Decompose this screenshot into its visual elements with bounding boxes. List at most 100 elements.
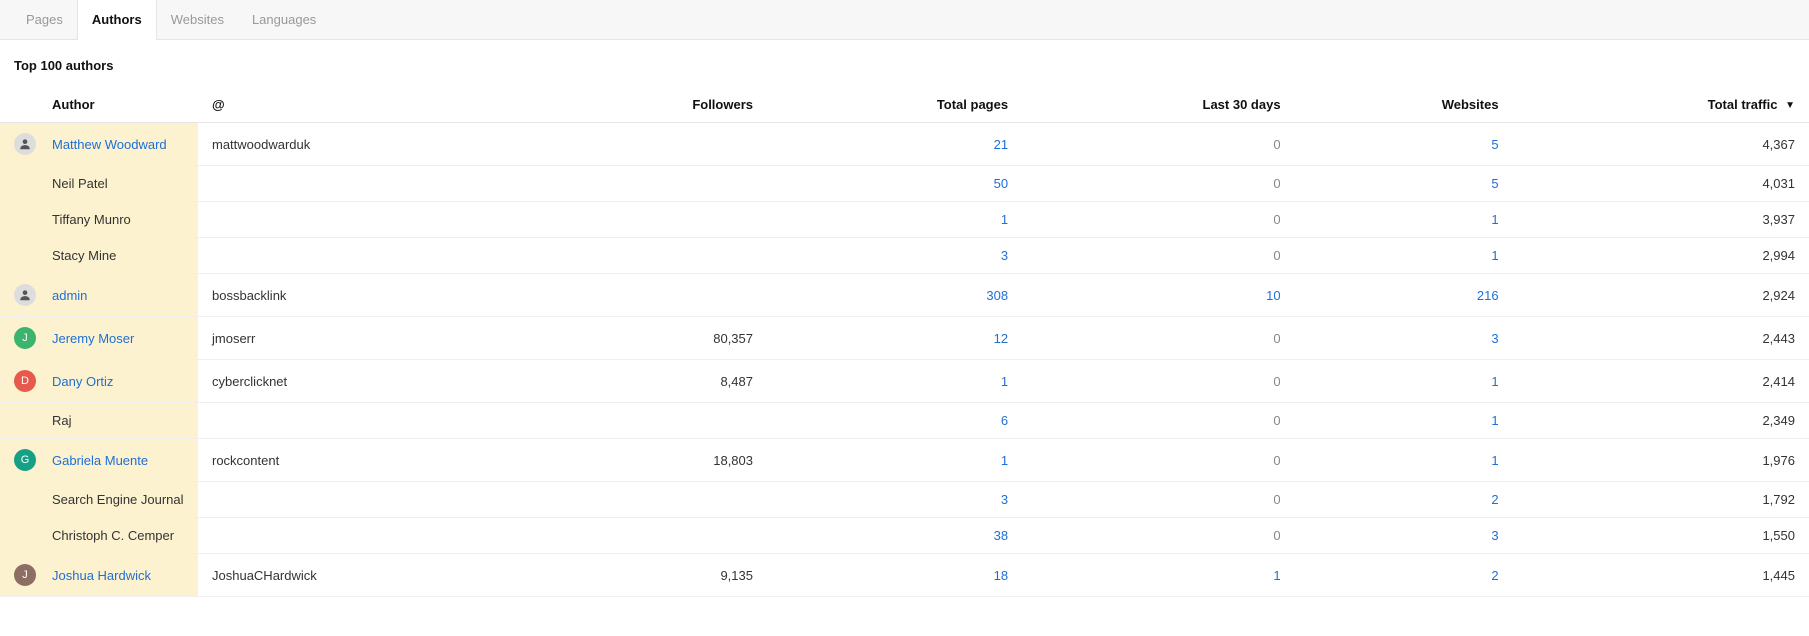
total-pages-link[interactable]: 3 [1001, 492, 1008, 507]
avatar: G [14, 449, 36, 471]
avatar-cell [0, 123, 38, 166]
total-pages-cell: 1 [767, 439, 1022, 482]
last-30-link[interactable]: 1 [1273, 568, 1280, 583]
handle-cell: bossbacklink [198, 274, 539, 317]
websites-link[interactable]: 1 [1491, 413, 1498, 428]
total-pages-link[interactable]: 6 [1001, 413, 1008, 428]
tab-authors[interactable]: Authors [77, 0, 157, 40]
followers-cell [539, 123, 767, 166]
page-title: Top 100 authors [0, 40, 1809, 87]
last-30-link[interactable]: 10 [1266, 288, 1280, 303]
col-total-traffic[interactable]: Total traffic ▼ [1513, 87, 1809, 123]
total-pages-cell: 3 [767, 238, 1022, 274]
col-followers[interactable]: Followers [539, 87, 767, 123]
last-30-cell: 0 [1022, 123, 1294, 166]
websites-link[interactable]: 1 [1491, 248, 1498, 263]
author-name[interactable]: Joshua Hardwick [52, 568, 151, 583]
last-30-cell: 1 [1022, 554, 1294, 597]
avatar-cell: J [0, 317, 38, 360]
author-name[interactable]: Dany Ortiz [52, 374, 113, 389]
authors-table: Author @ Followers Total pages Last 30 d… [0, 87, 1809, 597]
websites-link[interactable]: 5 [1491, 176, 1498, 191]
total-pages-link[interactable]: 3 [1001, 248, 1008, 263]
author-cell: Gabriela Muente [38, 439, 198, 482]
last-30-value: 0 [1273, 248, 1280, 263]
author-cell: Joshua Hardwick [38, 554, 198, 597]
table-row: JJeremy Moserjmoserr80,35712032,443 [0, 317, 1809, 360]
total-pages-link[interactable]: 18 [994, 568, 1008, 583]
col-last-30[interactable]: Last 30 days [1022, 87, 1294, 123]
last-30-cell: 10 [1022, 274, 1294, 317]
avatar: D [14, 370, 36, 392]
tabbar: Pages Authors Websites Languages [0, 0, 1809, 40]
author-cell: Raj [38, 403, 198, 439]
author-cell: Matthew Woodward [38, 123, 198, 166]
author-name[interactable]: admin [52, 288, 87, 303]
author-cell: Search Engine Journal [38, 482, 198, 518]
last-30-value: 0 [1273, 212, 1280, 227]
websites-link[interactable]: 3 [1491, 528, 1498, 543]
total-pages-cell: 12 [767, 317, 1022, 360]
author-cell: Neil Patel [38, 166, 198, 202]
websites-cell: 3 [1295, 518, 1513, 554]
websites-link[interactable]: 1 [1491, 374, 1498, 389]
author-name[interactable]: Gabriela Muente [52, 453, 148, 468]
handle-cell [198, 238, 539, 274]
last-30-cell: 0 [1022, 403, 1294, 439]
total-pages-cell: 1 [767, 202, 1022, 238]
author-cell: Dany Ortiz [38, 360, 198, 403]
tab-websites[interactable]: Websites [157, 0, 238, 39]
col-author[interactable]: Author [38, 87, 198, 123]
table-row: Matthew Woodwardmattwoodwarduk21054,367 [0, 123, 1809, 166]
author-name[interactable]: Matthew Woodward [52, 137, 167, 152]
followers-cell [539, 166, 767, 202]
col-websites[interactable]: Websites [1295, 87, 1513, 123]
websites-cell: 1 [1295, 238, 1513, 274]
total-traffic-cell: 2,994 [1513, 238, 1809, 274]
total-pages-link[interactable]: 50 [994, 176, 1008, 191]
table-row: GGabriela Muenterockcontent18,8031011,97… [0, 439, 1809, 482]
total-pages-link[interactable]: 38 [994, 528, 1008, 543]
websites-link[interactable]: 216 [1477, 288, 1499, 303]
table-row: Christoph C. Cemper38031,550 [0, 518, 1809, 554]
avatar-cell [0, 274, 38, 317]
avatar-cell [0, 202, 38, 238]
tab-languages[interactable]: Languages [238, 0, 330, 39]
avatar-cell [0, 482, 38, 518]
last-30-cell: 0 [1022, 202, 1294, 238]
author-name: Christoph C. Cemper [52, 528, 174, 543]
last-30-value: 0 [1273, 374, 1280, 389]
last-30-value: 0 [1273, 528, 1280, 543]
avatar-cell [0, 166, 38, 202]
total-pages-link[interactable]: 21 [994, 137, 1008, 152]
followers-cell: 18,803 [539, 439, 767, 482]
avatar: J [14, 564, 36, 586]
websites-cell: 216 [1295, 274, 1513, 317]
avatar-cell: G [0, 439, 38, 482]
websites-link[interactable]: 2 [1491, 492, 1498, 507]
avatar: J [14, 327, 36, 349]
total-pages-cell: 1 [767, 360, 1022, 403]
author-cell: Stacy Mine [38, 238, 198, 274]
col-handle[interactable]: @ [198, 87, 539, 123]
total-pages-link[interactable]: 1 [1001, 374, 1008, 389]
websites-link[interactable]: 5 [1491, 137, 1498, 152]
total-pages-link[interactable]: 12 [994, 331, 1008, 346]
total-pages-cell: 18 [767, 554, 1022, 597]
col-total-pages[interactable]: Total pages [767, 87, 1022, 123]
author-name[interactable]: Jeremy Moser [52, 331, 134, 346]
websites-link[interactable]: 3 [1491, 331, 1498, 346]
websites-cell: 2 [1295, 554, 1513, 597]
total-pages-link[interactable]: 1 [1001, 453, 1008, 468]
websites-link[interactable]: 1 [1491, 453, 1498, 468]
author-name: Neil Patel [52, 176, 108, 191]
websites-link[interactable]: 1 [1491, 212, 1498, 227]
avatar-cell [0, 403, 38, 439]
total-pages-link[interactable]: 308 [986, 288, 1008, 303]
author-name: Search Engine Journal [52, 492, 184, 507]
websites-link[interactable]: 2 [1491, 568, 1498, 583]
total-pages-link[interactable]: 1 [1001, 212, 1008, 227]
tab-pages[interactable]: Pages [12, 0, 77, 39]
handle-cell [198, 403, 539, 439]
author-cell: Christoph C. Cemper [38, 518, 198, 554]
